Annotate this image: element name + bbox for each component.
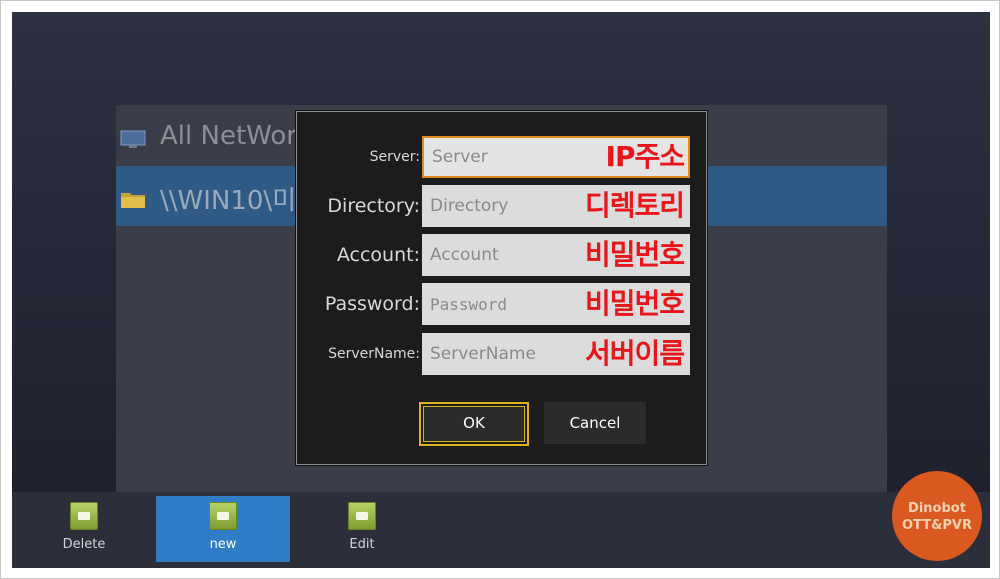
server-field[interactable]: IP주소 — [422, 136, 690, 178]
servername-label: ServerName: — [328, 346, 420, 362]
watermark-logo: Dinobot OTT&PVR — [892, 471, 982, 561]
delete-button-label: Delete — [62, 537, 106, 552]
account-label: Account: — [336, 244, 420, 266]
folder-icon — [120, 186, 146, 208]
bottom-action-bar: Delete new Edit — [12, 492, 990, 568]
watermark-line1: Dinobot — [908, 501, 966, 516]
directory-row: Directory: 디렉토리 — [297, 185, 706, 227]
account-input[interactable] — [430, 234, 580, 276]
folder-icon — [209, 502, 237, 530]
password-row: Password: 비밀번호 — [297, 283, 706, 325]
folder-icon — [70, 502, 98, 530]
add-server-dialog: Server: IP주소 Directory: 디렉토리 Account: 비밀… — [296, 111, 707, 465]
password-input[interactable] — [430, 283, 580, 325]
account-field[interactable]: 비밀번호 — [422, 234, 690, 276]
password-annotation: 비밀번호 — [584, 287, 685, 320]
delete-button[interactable]: Delete — [17, 496, 151, 562]
account-annotation: 비밀번호 — [584, 238, 685, 271]
server-input[interactable] — [432, 138, 582, 176]
directory-label: Directory: — [327, 195, 420, 217]
account-row: Account: 비밀번호 — [297, 234, 706, 276]
tv-screen: All NetWork \\WIN10\미디어 Delete new Edit — [12, 12, 990, 568]
directory-input[interactable] — [430, 185, 580, 227]
ok-button[interactable]: OK — [419, 402, 529, 446]
edit-button-label: Edit — [349, 537, 375, 552]
cancel-button[interactable]: Cancel — [544, 402, 646, 444]
edit-button[interactable]: Edit — [295, 496, 429, 562]
new-button[interactable]: new — [156, 496, 290, 562]
server-row: Server: IP주소 — [297, 136, 706, 178]
list-item-label: All NetWork — [160, 121, 312, 151]
servername-field[interactable]: 서버이름 — [422, 333, 690, 375]
servername-annotation: 서버이름 — [584, 337, 685, 370]
password-field[interactable]: 비밀번호 — [422, 283, 690, 325]
directory-field[interactable]: 디렉토리 — [422, 185, 690, 227]
directory-annotation: 디렉토리 — [584, 189, 685, 222]
server-annotation: IP주소 — [605, 140, 685, 173]
monitor-icon — [120, 127, 146, 148]
server-label: Server: — [369, 149, 420, 165]
servername-row: ServerName: 서버이름 — [297, 333, 706, 375]
password-label: Password: — [324, 293, 420, 315]
new-button-label: new — [209, 537, 237, 552]
servername-input[interactable] — [430, 333, 580, 375]
watermark-line2: OTT&PVR — [901, 518, 973, 533]
folder-icon — [348, 502, 376, 530]
screenshot-frame: All NetWork \\WIN10\미디어 Delete new Edit — [0, 0, 1000, 579]
